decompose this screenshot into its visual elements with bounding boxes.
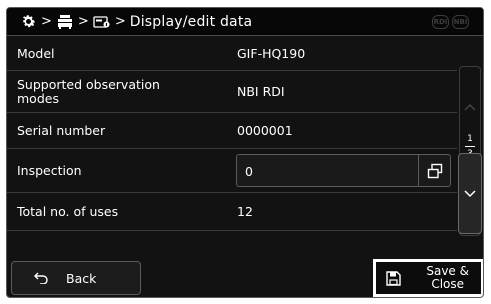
page-current: 1 bbox=[467, 134, 473, 144]
return-arrow-icon bbox=[34, 272, 48, 284]
nbi-badge: NBI bbox=[452, 15, 469, 29]
breadcrumb-separator: > bbox=[114, 14, 126, 29]
row-value: 0000001 bbox=[237, 123, 293, 138]
back-button[interactable]: Back bbox=[11, 261, 141, 295]
save-close-button[interactable]: Save & Close bbox=[373, 259, 483, 297]
header-bar: > > > Display/edit data RDI NBI bbox=[7, 8, 483, 36]
breadcrumb-separator: > bbox=[77, 14, 89, 29]
row-label: Total no. of uses bbox=[17, 203, 119, 219]
save-icon bbox=[386, 270, 401, 286]
window-icon bbox=[427, 163, 442, 178]
cart-icon[interactable] bbox=[56, 13, 74, 31]
back-label: Back bbox=[66, 270, 97, 286]
row-label: Serial number bbox=[17, 122, 106, 138]
scope-tag-icon[interactable] bbox=[93, 13, 111, 31]
mode-badges: RDI NBI bbox=[432, 15, 469, 29]
row-label: Model bbox=[17, 45, 55, 61]
inspection-field[interactable]: 0 bbox=[236, 154, 451, 187]
footer-bar: Back Save & Close bbox=[7, 259, 483, 297]
device-screen: > > > Display/edit data RDI NBI Model GI… bbox=[6, 7, 484, 298]
row-inspection: Inspection 0 bbox=[7, 149, 457, 193]
row-label: Supported observation modes bbox=[17, 76, 160, 106]
row-serial-number: Serial number 0000001 bbox=[7, 113, 457, 149]
row-label: Inspection bbox=[17, 162, 82, 178]
edit-window-button[interactable] bbox=[418, 155, 450, 186]
breadcrumb-separator: > bbox=[41, 14, 52, 29]
gear-icon[interactable] bbox=[19, 13, 37, 31]
row-value: NBI RDI bbox=[237, 84, 285, 99]
scroll-up-button[interactable] bbox=[460, 87, 480, 127]
chevron-down-icon bbox=[464, 189, 476, 197]
row-value: GIF-HQ190 bbox=[237, 46, 306, 61]
rdi-badge: RDI bbox=[432, 15, 449, 29]
save-close-label: Save & Close bbox=[426, 264, 469, 291]
row-value: 12 bbox=[237, 204, 253, 219]
row-total-uses: Total no. of uses 12 bbox=[7, 193, 457, 231]
page-title: Display/edit data bbox=[129, 13, 253, 30]
inspection-value[interactable]: 0 bbox=[245, 164, 253, 179]
row-model: Model GIF-HQ190 bbox=[7, 37, 457, 71]
data-list: Model GIF-HQ190 Supported observation mo… bbox=[7, 37, 457, 231]
row-supported-modes: Supported observation modes NBI RDI bbox=[7, 71, 457, 113]
scroll-down-button[interactable] bbox=[458, 153, 482, 234]
chevron-up-icon bbox=[464, 103, 476, 111]
